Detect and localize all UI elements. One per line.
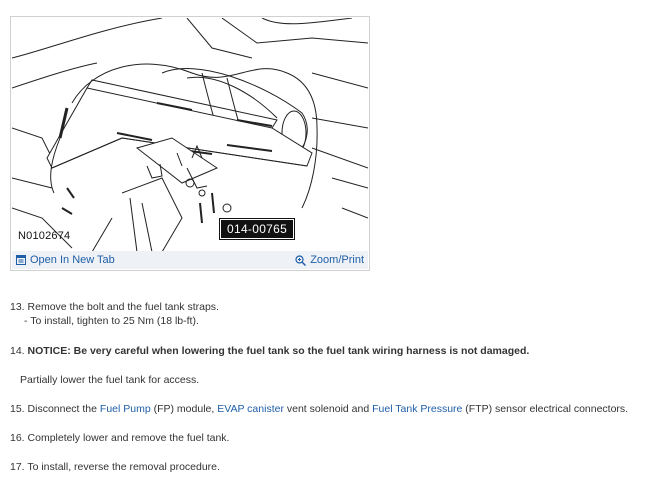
step-13-substep: - To install, tighten to 25 Nm (18 lb-ft… [10, 314, 199, 328]
step-14: 14. NOTICE: Be very careful when lowerin… [10, 344, 529, 358]
fuel-pump-link[interactable]: Fuel Pump [100, 403, 151, 415]
step-number: 16. [10, 432, 25, 444]
step-17: 17. To install, reverse the removal proc… [10, 460, 220, 474]
open-in-new-tab-label: Open In New Tab [30, 254, 115, 266]
step-14-detail: Partially lower the fuel tank for access… [10, 373, 199, 387]
step-text: (FP) module, [150, 403, 218, 415]
zoom-print-link[interactable]: Zoom/Print [295, 254, 364, 266]
step-detail-text: Partially lower the fuel tank for access… [20, 374, 200, 386]
substep-text: - To install, tighten to 25 Nm (18 lb-ft… [24, 315, 199, 327]
step-13: 13. Remove the bolt and the fuel tank st… [10, 300, 219, 314]
step-text: (FTP) sensor electrical connectors. [462, 403, 629, 415]
fuel-tank-pressure-link[interactable]: Fuel Tank Pressure [372, 403, 462, 415]
evap-canister-link[interactable]: EVAP canister [217, 403, 284, 415]
step-number: 15. [10, 403, 25, 415]
step-number: 17. [10, 461, 25, 473]
step-15: 15. Disconnect the Fuel Pump (FP) module… [10, 402, 628, 416]
step-text: Remove the bolt and the fuel tank straps… [27, 301, 219, 313]
step-number: 14. [10, 345, 25, 357]
step-text: vent solenoid and [283, 403, 373, 415]
step-16: 16. Completely lower and remove the fuel… [10, 431, 229, 445]
step-text: Completely lower and remove the fuel tan… [27, 432, 230, 444]
zoom-print-label: Zoom/Print [310, 254, 364, 266]
figure-toolbar: Open In New Tab Zoom/Print [12, 251, 368, 269]
fuel-tank-illustration [12, 18, 368, 252]
notice-text: NOTICE: Be very careful when lowering th… [27, 345, 530, 357]
step-text: Disconnect the [27, 403, 100, 415]
open-tab-icon [16, 255, 26, 265]
step-text: To install, reverse the removal procedur… [27, 461, 220, 473]
open-in-new-tab-link[interactable]: Open In New Tab [16, 254, 115, 266]
figure-code: N0102674 [18, 230, 71, 242]
figure-panel: N0102674 014-00765 Open In New Tab Zoom/… [10, 16, 370, 271]
magnifier-icon [295, 254, 307, 266]
step-number: 13. [10, 301, 25, 313]
figure-reference-tag: 014-00765 [218, 218, 296, 240]
